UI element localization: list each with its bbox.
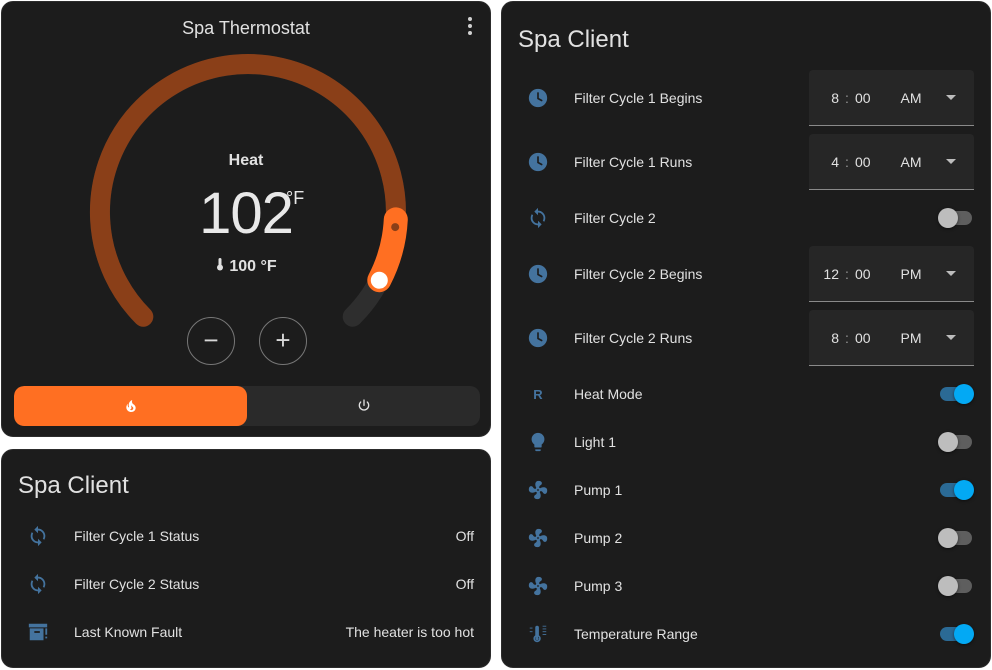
entity-row[interactable]: Last Known Fault The heater is too hot <box>18 612 474 652</box>
toggle-switch[interactable] <box>938 480 974 500</box>
minute-field[interactable]: 00 <box>855 154 881 170</box>
minute-field[interactable]: 00 <box>855 266 881 282</box>
entity-label: Pump 1 <box>574 482 623 498</box>
toggle-switch[interactable] <box>938 208 974 228</box>
toggle-switch[interactable] <box>938 576 974 596</box>
hour-field[interactable]: 8 <box>809 330 839 346</box>
entity-state: The heater is too hot <box>345 624 474 640</box>
time-input[interactable]: 4:00 AM <box>809 134 974 190</box>
entity-label: Pump 2 <box>574 530 623 546</box>
clock-icon <box>527 327 549 349</box>
time-entity-row: Filter Cycle 2 Begins 12:00 PM <box>518 246 974 302</box>
entity-row[interactable]: Filter Cycle 1 Status Off <box>18 516 474 556</box>
toggle-switch[interactable] <box>938 384 974 404</box>
fan-icon <box>527 575 549 597</box>
increase-temp-button[interactable]: + <box>259 317 307 365</box>
temperature-unit: °F <box>286 188 305 208</box>
time-separator: : <box>845 329 849 346</box>
sync-icon <box>27 525 49 547</box>
time-separator: : <box>845 153 849 170</box>
minute-field[interactable]: 00 <box>855 330 881 346</box>
alert-box-icon <box>27 621 49 643</box>
time-entity-row: Filter Cycle 1 Begins 8:00 AM <box>518 70 974 126</box>
toggle-knob <box>954 480 974 500</box>
time-input[interactable]: 8:00 PM <box>809 310 974 366</box>
time-entity-row: Filter Cycle 2 Runs 8:00 PM <box>518 310 974 366</box>
time-input[interactable]: 8:00 AM <box>809 70 974 126</box>
time-input[interactable]: 12:00 PM <box>809 246 974 302</box>
entity-row[interactable]: Filter Cycle 2 Status Off <box>18 564 474 604</box>
lightbulb-icon <box>527 431 549 453</box>
dropdown-arrow-icon[interactable] <box>941 270 961 277</box>
toggle-switch[interactable] <box>938 432 974 452</box>
toggle-knob <box>938 208 958 228</box>
toggle-knob <box>938 528 958 548</box>
thermometer-lines-icon <box>527 623 549 645</box>
entity-label: Filter Cycle 2 <box>574 210 656 226</box>
toggle-knob <box>954 624 974 644</box>
hvac-mode-bar <box>14 386 480 426</box>
toggle-switch[interactable] <box>938 624 974 644</box>
dropdown-arrow-icon[interactable] <box>941 94 961 101</box>
hour-field[interactable]: 12 <box>809 266 839 282</box>
clock-icon <box>527 151 549 173</box>
entity-state: Off <box>455 576 474 592</box>
decrease-temp-button[interactable]: − <box>187 317 235 365</box>
time-separator: : <box>845 89 849 106</box>
toggle-entity-row: Light 1 <box>518 422 974 462</box>
spa-client-settings-card: Spa Client Filter Cycle 1 Begins 8:00 AM Fi… <box>501 1 991 668</box>
sync-icon <box>527 207 549 229</box>
toggle-knob <box>938 432 958 452</box>
power-icon <box>358 399 369 411</box>
minute-field[interactable]: 00 <box>855 90 881 106</box>
toggle-entity-row: Pump 2 <box>518 518 974 558</box>
entity-label: Pump 3 <box>574 578 623 594</box>
toggle-entity-row: R Heat Mode <box>518 374 974 414</box>
entity-state: Off <box>455 528 474 544</box>
thermometer-icon <box>217 258 224 271</box>
current-temperature: 100 °F <box>2 257 490 276</box>
fan-icon <box>527 479 549 501</box>
hour-field[interactable]: 4 <box>809 154 839 170</box>
entity-label: Heat Mode <box>574 386 643 402</box>
ampm-select[interactable]: AM <box>881 90 941 106</box>
card-title: Spa Client <box>18 472 129 499</box>
off-mode-button[interactable] <box>247 386 480 426</box>
r-letter-icon: R <box>533 386 543 402</box>
toggle-entity-row: Pump 1 <box>518 470 974 510</box>
ampm-select[interactable]: PM <box>881 330 941 346</box>
entity-label: Last Known Fault <box>74 624 183 640</box>
thermostat-card: Spa Thermostat Heat 102 °F 100 °F − + <box>1 1 491 437</box>
hour-field[interactable]: 8 <box>809 90 839 106</box>
spa-client-status-card: Spa Client Filter Cycle 1 Status Off Filte… <box>1 449 491 668</box>
entity-label: Filter Cycle 2 Status <box>74 576 200 592</box>
heat-mode-button[interactable] <box>14 386 247 426</box>
toggle-entity-row: Pump 3 <box>518 566 974 606</box>
dropdown-arrow-icon[interactable] <box>941 334 961 341</box>
card-title: Spa Client <box>518 26 629 53</box>
ampm-select[interactable]: AM <box>881 154 941 170</box>
toggle-knob <box>954 384 974 404</box>
time-entity-row: Filter Cycle 1 Runs 4:00 AM <box>518 134 974 190</box>
entity-label: Temperature Range <box>574 626 698 642</box>
toggle-entity-row: Filter Cycle 2 <box>518 198 974 238</box>
toggle-switch[interactable] <box>938 528 974 548</box>
current-temperature-value: 100 °F <box>229 258 277 275</box>
entity-label: Light 1 <box>574 434 617 450</box>
sync-icon <box>27 573 49 595</box>
toggle-entity-row: Temperature Range <box>518 614 974 654</box>
hvac-action-label: Heat <box>228 152 264 169</box>
dropdown-arrow-icon[interactable] <box>941 158 961 165</box>
target-temperature: 102 <box>199 181 294 246</box>
fire-icon <box>125 400 136 412</box>
clock-icon <box>527 263 549 285</box>
ampm-select[interactable]: PM <box>881 266 941 282</box>
entity-label: Filter Cycle 1 Status <box>74 528 200 544</box>
toggle-knob <box>938 576 958 596</box>
clock-icon <box>527 87 549 109</box>
fan-icon <box>527 527 549 549</box>
time-separator: : <box>845 265 849 282</box>
